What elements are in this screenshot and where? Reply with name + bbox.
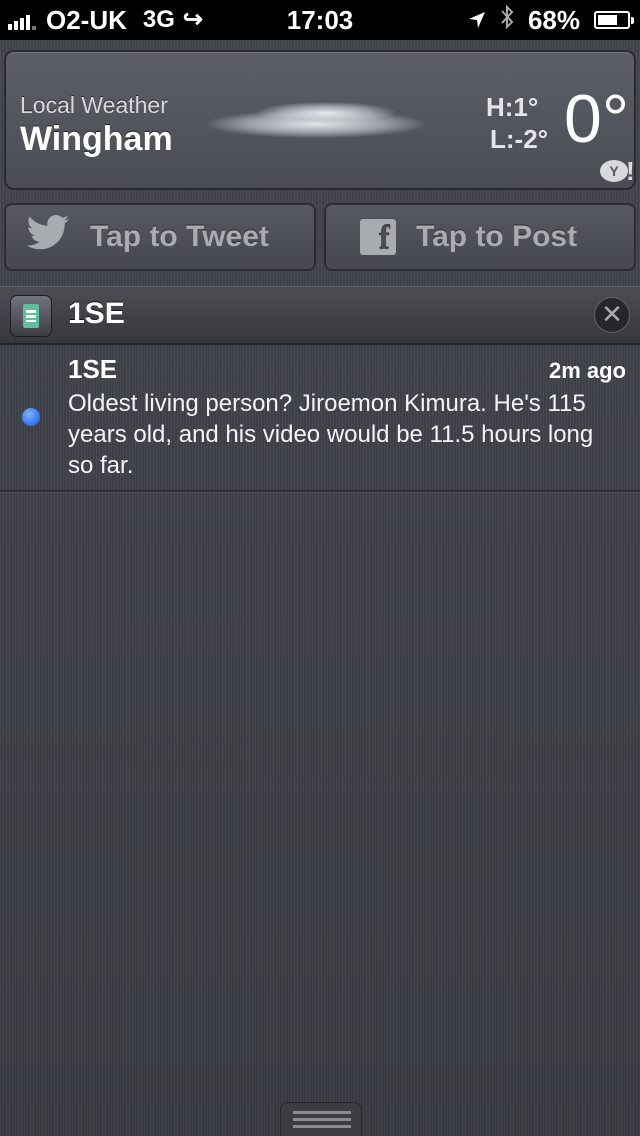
weather-low: L:-2° — [490, 124, 549, 154]
grabber-line — [293, 1118, 351, 1121]
twitter-bird-icon — [26, 215, 70, 259]
weather-temperature: 0° — [564, 81, 630, 157]
bluetooth-icon — [500, 0, 514, 40]
cloud-icon-top — [256, 102, 396, 124]
notification-item[interactable]: 1SE 2m ago Oldest living person? Jiroemo… — [0, 344, 640, 492]
notification-title: 1SE — [68, 354, 118, 384]
close-icon: ✕ — [601, 299, 623, 329]
yahoo-icon: Y — [600, 160, 628, 182]
status-bar-right: 68% — [468, 0, 634, 40]
network-type: 3G — [142, 6, 175, 33]
tap-to-tweet-button[interactable]: Tap to Tweet — [4, 203, 316, 271]
yahoo-exclamation-icon: ! — [626, 156, 635, 186]
weather-widget[interactable]: Local Weather Wingham H:1° L:-2° 0° Y ! — [4, 50, 636, 190]
tap-to-post-button[interactable]: f Tap to Post — [324, 203, 636, 271]
tap-to-tweet-label: Tap to Tweet — [90, 220, 269, 253]
battery-level-fill — [598, 15, 617, 25]
grabber-line — [293, 1111, 351, 1114]
notification-body: Oldest living person? Jiroemon Kimura. H… — [68, 390, 594, 479]
status-bar: O2-UK 3G ↪ 17:03 68% — [0, 0, 640, 40]
carrier-name: O2-UK — [46, 5, 127, 35]
clear-notifications-button[interactable]: ✕ — [594, 297, 630, 333]
signal-bars-icon — [8, 10, 36, 30]
grabber-line — [293, 1125, 351, 1128]
battery-percent: 68% — [527, 5, 580, 35]
weather-label: Local Weather — [20, 92, 168, 118]
unread-dot-icon — [22, 408, 40, 426]
weather-high: H:1° — [486, 92, 539, 122]
notification-time: 2m ago — [548, 358, 626, 383]
call-forward-icon: ↪ — [182, 6, 204, 33]
tap-to-post-label: Tap to Post — [416, 220, 578, 253]
status-bar-left: O2-UK 3G ↪ — [8, 0, 203, 40]
app-icon-1se — [10, 295, 52, 337]
notification-group-header: 1SE ✕ — [0, 286, 640, 345]
facebook-icon: f — [360, 219, 396, 257]
location-arrow-icon — [468, 0, 486, 40]
notification-app-name: 1SE — [68, 297, 125, 330]
battery-icon — [594, 11, 634, 29]
notification-center-grabber[interactable] — [280, 1102, 362, 1136]
weather-city: Wingham — [20, 120, 173, 158]
